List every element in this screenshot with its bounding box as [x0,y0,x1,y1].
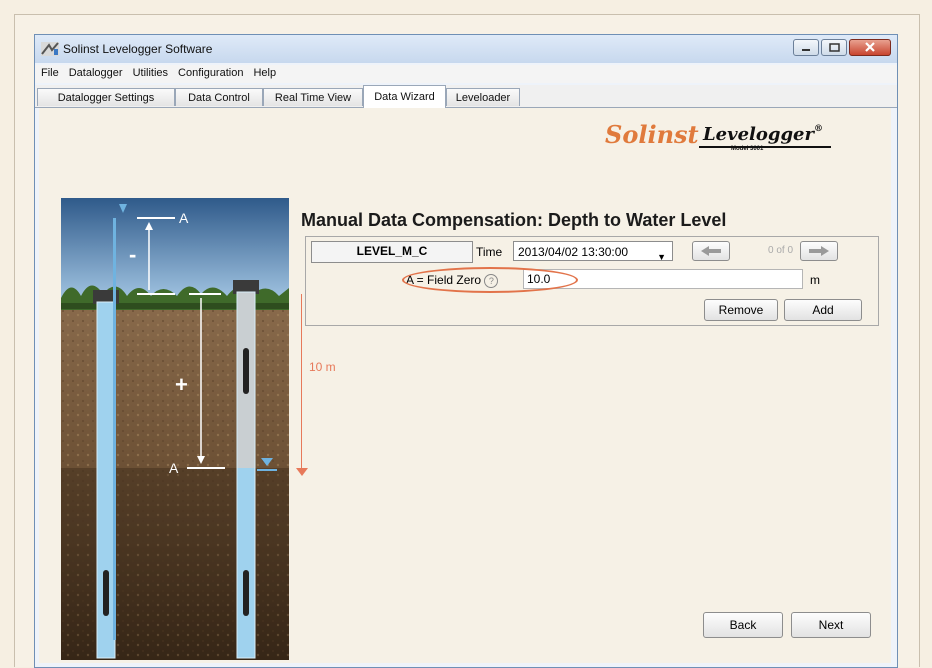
previous-button[interactable] [692,241,730,261]
logger-name-field: LEVEL_M_C [311,241,473,263]
highlight-oval [402,267,578,293]
arrow-left-icon [701,246,721,256]
back-button[interactable]: Back [703,612,783,638]
levelogger-model: Model 3001 [731,146,764,152]
page-count: 0 of 0 [768,245,794,256]
menu-bar: File Datalogger Utilities Configuration Help [35,65,897,83]
page-title: Manual Data Compensation: Depth to Water… [301,210,727,230]
minimize-button[interactable] [793,39,819,56]
time-label: Time [476,245,503,259]
menu-help[interactable]: Help [247,65,280,79]
menu-file[interactable]: File [35,65,63,79]
solinst-logo: Solinst [605,120,699,149]
app-icon [41,42,59,56]
tab-data-wizard[interactable]: Data Wizard [363,85,446,108]
distance-arrow [296,468,308,476]
time-dropdown[interactable]: 2013/04/02 13:30:00 ▼ [513,241,673,262]
menu-configuration[interactable]: Configuration [172,65,247,79]
remove-button[interactable]: Remove [704,299,778,321]
arrow-right-icon [809,246,829,256]
levelogger-logo: Levelogger® [703,124,823,145]
tab-real-time-view[interactable]: Real Time View [263,88,363,106]
logo-underline [699,146,831,148]
label-a-top: A [179,210,189,226]
window-controls [791,39,891,57]
tab-leveloader[interactable]: Leveloader [446,88,520,106]
plus-sign: + [175,372,188,397]
app-window: Solinst Levelogger Software File Datalogg… [34,34,898,668]
title-bar: Solinst Levelogger Software [35,35,897,63]
registered-mark: ® [813,124,823,134]
distance-label: 10 m [309,360,336,374]
label-a-bottom: A [169,460,179,476]
minimize-icon [802,49,810,51]
time-value: 2013/04/02 13:30:00 [518,245,629,259]
levelogger-logo-name: Levelogger [703,124,814,145]
tab-datalogger-settings[interactable]: Datalogger Settings [37,88,175,106]
tab-data-control[interactable]: Data Control [175,88,263,106]
close-button[interactable] [849,39,891,56]
menu-utilities[interactable]: Utilities [127,65,172,79]
compensation-entry-box: LEVEL_M_C Time 2013/04/02 13:30:00 ▼ 0 o… [305,236,879,326]
unit-label: m [810,273,820,287]
add-button[interactable]: Add [784,299,862,321]
distance-line [301,294,302,472]
maximize-icon [829,43,840,52]
window-title: Solinst Levelogger Software [63,42,213,56]
minus-sign: - [129,242,136,267]
close-icon [865,42,875,52]
next-button[interactable]: Next [791,612,871,638]
well-illustration: A A - + [61,198,289,660]
tab-bar: Datalogger Settings Data Control Real Ti… [35,85,897,108]
chevron-down-icon: ▼ [657,252,666,262]
maximize-button[interactable] [821,39,847,56]
next-record-button[interactable] [800,241,838,261]
menu-datalogger[interactable]: Datalogger [63,65,127,79]
data-wizard-panel: Solinst Levelogger® Model 3001 A A - + 1… [39,108,891,663]
